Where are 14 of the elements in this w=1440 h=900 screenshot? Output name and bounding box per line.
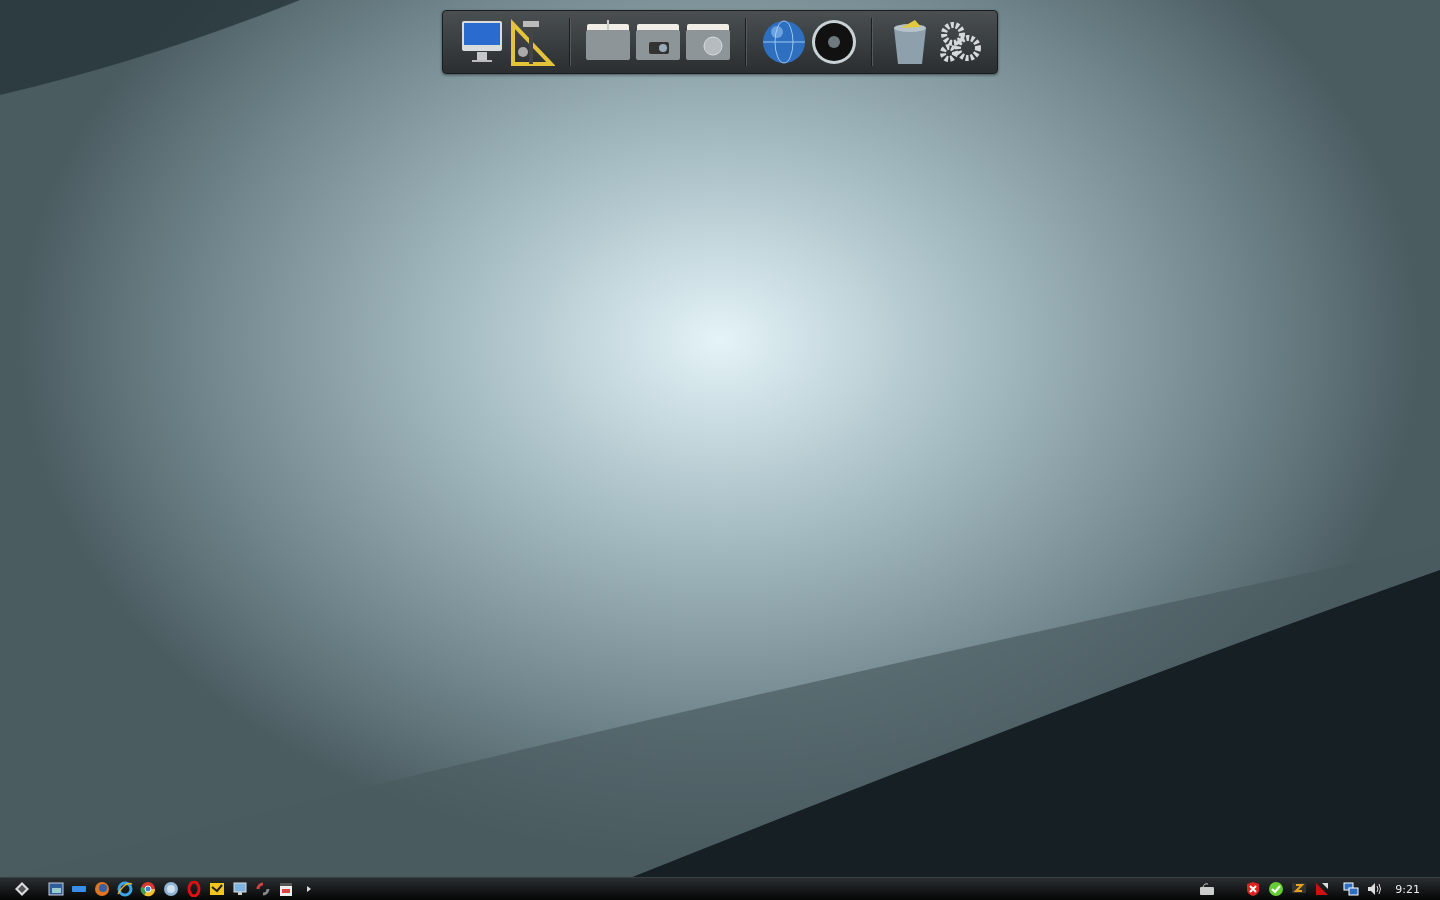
windows-icon[interactable]: [48, 881, 64, 897]
hammer-ruler-icon[interactable]: [509, 18, 555, 66]
check-bubble-icon[interactable]: [1268, 881, 1285, 897]
start-diamond-icon[interactable]: [14, 881, 30, 897]
globe-icon[interactable]: [761, 18, 807, 66]
keyboard-icon[interactable]: [1199, 881, 1216, 897]
ring-o-icon[interactable]: [186, 881, 202, 897]
volume-icon[interactable]: [1366, 881, 1383, 897]
network-icon[interactable]: [1343, 881, 1360, 897]
chrome-ball-icon[interactable]: [140, 881, 156, 897]
speaker-icon[interactable]: [811, 18, 857, 66]
desktop-computer-icon[interactable]: [232, 881, 248, 897]
clock-time[interactable]: 9:21: [1395, 882, 1420, 896]
shield-x-icon[interactable]: [1245, 881, 1262, 897]
